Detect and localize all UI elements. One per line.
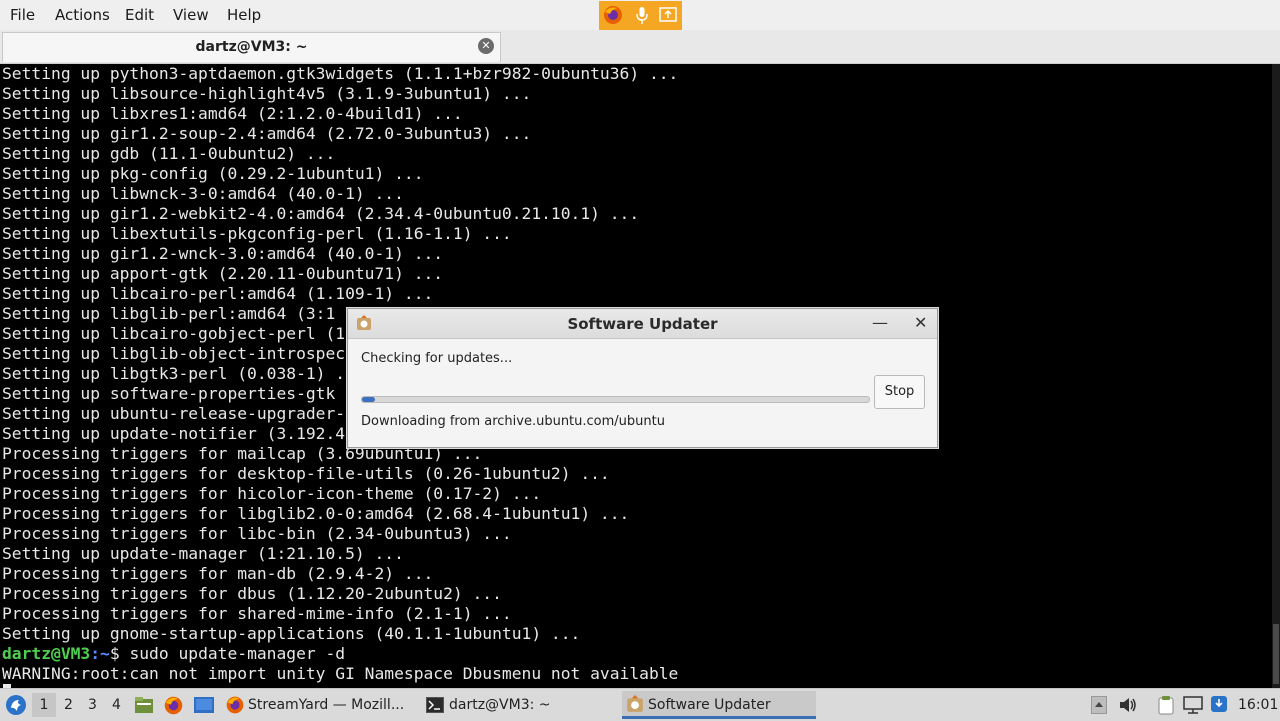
progress-fill — [362, 397, 375, 402]
network-icon[interactable] — [1183, 696, 1203, 714]
terminal-line: Setting up update-notifier (3.192.4 — [2, 424, 346, 443]
terminal-line: Setting up gir1.2-soup-2.4:amd64 (2.72.0… — [2, 124, 532, 143]
terminal-line: Processing triggers for libc-bin (2.34-0… — [2, 524, 512, 543]
dialog-body: Checking for updates... Stop Downloading… — [348, 339, 937, 447]
terminal-line: Processing triggers for man-db (2.9.4-2)… — [2, 564, 434, 583]
firefox-icon[interactable] — [163, 695, 184, 716]
show-desktop-icon[interactable] — [193, 696, 215, 714]
screen-share-icon — [659, 7, 677, 22]
taskbar: 1 2 3 4 StreamYard — Mozill... dartz@VM3… — [0, 688, 1280, 721]
minimize-icon[interactable]: — — [872, 313, 888, 332]
clipboard-icon[interactable] — [1156, 695, 1176, 715]
prompt-user: dartz@VM3 — [2, 644, 91, 663]
volume-icon[interactable] — [1118, 696, 1138, 714]
task-label: dartz@VM3: ~ — [449, 697, 551, 713]
terminal-line: Setting up libglib-perl:amd64 (3:1 — [2, 304, 336, 323]
tray-expand-icon[interactable] — [1091, 696, 1107, 714]
terminal-line: Processing triggers for shared-mime-info… — [2, 604, 512, 623]
terminal-line: Setting up update-manager (1:21.10.5) ..… — [2, 544, 404, 563]
close-icon[interactable]: ✕ — [914, 313, 927, 332]
terminal-tab-bar: dartz@VM3: ~ ✕ — [0, 30, 1280, 64]
terminal-line: Setting up apport-gtk (2.20.11-0ubuntu71… — [2, 264, 444, 283]
menubar: File Actions Edit View Help — [0, 0, 1280, 30]
terminal-line: Setting up gnome-startup-applications (4… — [2, 624, 581, 643]
terminal-line: Setting up ubuntu-release-upgrader- — [2, 404, 346, 423]
close-tab-icon[interactable]: ✕ — [478, 38, 494, 54]
menu-help[interactable]: Help — [227, 6, 261, 24]
warning-line: WARNING:root:can not import unity GI Nam… — [2, 664, 679, 683]
terminal-line: Processing triggers for desktop-file-uti… — [2, 464, 610, 483]
tab-title: dartz@VM3: ~ — [195, 39, 308, 55]
menu-file[interactable]: File — [10, 6, 35, 24]
task-label: Software Updater — [648, 697, 771, 713]
workspace-2[interactable]: 2 — [64, 697, 73, 713]
terminal-line: Setting up libgtk3-perl (0.038-1) . — [2, 364, 346, 383]
task-streamyard[interactable]: StreamYard — Mozill... — [222, 691, 414, 719]
clock[interactable]: 16:01 — [1238, 697, 1278, 713]
prompt-line: dartz@VM3:~$ sudo update-manager -d — [2, 644, 345, 664]
update-status: Checking for updates... — [361, 351, 513, 366]
terminal-line: Setting up pkg-config (0.29.2-1ubuntu1) … — [2, 164, 424, 183]
update-notifier-icon[interactable] — [1210, 695, 1228, 713]
microphone-icon — [636, 7, 648, 24]
terminal-line: Setting up software-properties-gtk — [2, 384, 336, 403]
terminal-line: Processing triggers for hicolor-icon-the… — [2, 484, 542, 503]
screen-share-indicator[interactable] — [599, 1, 682, 30]
progress-bar — [361, 396, 870, 403]
terminal-line: Setting up libcairo-gobject-perl (1 — [2, 324, 346, 343]
terminal-line: Setting up gir1.2-wnck-3.0:amd64 (40.0-1… — [2, 244, 444, 263]
workspace-1[interactable]: 1 — [32, 693, 56, 717]
firefox-icon — [226, 696, 244, 714]
terminal-tab[interactable]: dartz@VM3: ~ ✕ — [2, 32, 501, 62]
terminal-line: Setting up gdb (11.1-0ubuntu2) ... — [2, 144, 336, 163]
menu-actions[interactable]: Actions — [55, 6, 110, 24]
dialog-title: Software Updater — [567, 315, 718, 333]
dialog-titlebar[interactable]: Software Updater — ✕ — [348, 309, 937, 339]
software-updater-icon — [627, 695, 643, 712]
software-updater-dialog: Software Updater — ✕ Checking for update… — [347, 308, 938, 448]
start-menu-icon[interactable] — [5, 694, 27, 716]
prompt-command: $ sudo update-manager -d — [109, 644, 346, 663]
workspace-4[interactable]: 4 — [112, 697, 121, 713]
stop-button[interactable]: Stop — [874, 375, 925, 409]
terminal-line: Setting up libextutils-pkgconfig-perl (1… — [2, 224, 512, 243]
terminal-line: Setting up libwnck-3-0:amd64 (40.0-1) ..… — [2, 184, 404, 203]
file-manager-icon[interactable] — [134, 696, 154, 714]
terminal-line: Setting up libglib-object-introspec — [2, 344, 346, 363]
menu-edit[interactable]: Edit — [125, 6, 154, 24]
task-software-updater[interactable]: Software Updater — [622, 691, 816, 719]
terminal-line: Processing triggers for libglib2.0-0:amd… — [2, 504, 630, 523]
task-terminal[interactable]: dartz@VM3: ~ — [422, 691, 614, 719]
terminal-line: Setting up libcairo-perl:amd64 (1.109-1)… — [2, 284, 434, 303]
download-source: Downloading from archive.ubuntu.com/ubun… — [361, 414, 665, 429]
terminal-line: Setting up libsource-highlight4v5 (3.1.9… — [2, 84, 532, 103]
terminal-line: Setting up python3-aptdaemon.gtk3widgets… — [2, 64, 679, 83]
task-label: StreamYard — Mozill... — [248, 697, 405, 713]
terminal-line: Setting up gir1.2-webkit2-4.0:amd64 (2.3… — [2, 204, 640, 223]
prompt-path: :~ — [90, 644, 110, 663]
firefox-icon — [604, 6, 622, 24]
terminal-line: Setting up libxres1:amd64 (2:1.2.0-4buil… — [2, 104, 463, 123]
terminal-icon — [426, 697, 444, 713]
menu-view[interactable]: View — [173, 6, 209, 24]
terminal-scrollbar[interactable] — [1272, 64, 1280, 688]
workspace-3[interactable]: 3 — [88, 697, 97, 713]
terminal-line: Processing triggers for dbus (1.12.20-2u… — [2, 584, 502, 603]
scrollbar-thumb[interactable] — [1273, 624, 1279, 684]
